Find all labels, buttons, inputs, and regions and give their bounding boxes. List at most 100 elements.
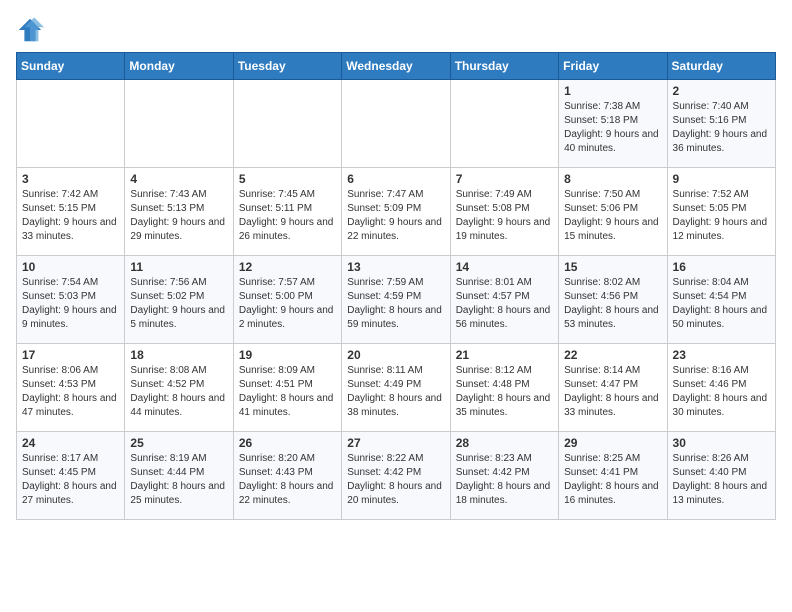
day-info: Sunrise: 8:26 AM Sunset: 4:40 PM Dayligh… [673, 452, 770, 508]
weekday-header-sunday: Sunday [17, 53, 125, 80]
day-info: Sunrise: 8:25 AM Sunset: 4:41 PM Dayligh… [564, 452, 661, 508]
calendar-cell: 1 Sunrise: 7:38 AM Sunset: 5:18 PM Daylig… [559, 80, 667, 168]
day-number: 4 [130, 172, 227, 186]
day-number: 11 [130, 260, 227, 274]
calendar-cell: 30 Sunrise: 8:26 AM Sunset: 4:40 PM Dayli… [667, 432, 775, 520]
calendar-cell: 11 Sunrise: 7:56 AM Sunset: 5:02 PM Dayli… [125, 256, 233, 344]
day-number: 16 [673, 260, 770, 274]
day-number: 18 [130, 348, 227, 362]
calendar-cell: 12 Sunrise: 7:57 AM Sunset: 5:00 PM Dayli… [233, 256, 341, 344]
day-number: 29 [564, 436, 661, 450]
calendar-cell: 22 Sunrise: 8:14 AM Sunset: 4:47 PM Dayli… [559, 344, 667, 432]
day-number: 30 [673, 436, 770, 450]
day-number: 15 [564, 260, 661, 274]
calendar-cell: 6Sunrise: 7:47 AM Sunset: 5:09 PM Daylig… [342, 168, 450, 256]
calendar-cell [17, 80, 125, 168]
day-info: Sunrise: 7:45 AM Sunset: 5:11 PM Dayligh… [239, 188, 336, 244]
day-number: 5 [239, 172, 336, 186]
week-row-5: 24 Sunrise: 8:17 AM Sunset: 4:45 PM Dayli… [17, 432, 776, 520]
calendar-cell [233, 80, 341, 168]
day-info: Sunrise: 8:01 AM Sunset: 4:57 PM Dayligh… [456, 276, 553, 332]
calendar-cell [342, 80, 450, 168]
day-number: 23 [673, 348, 770, 362]
calendar-cell: 18 Sunrise: 8:08 AM Sunset: 4:52 PM Dayli… [125, 344, 233, 432]
day-number: 13 [347, 260, 444, 274]
day-info: Sunrise: 7:52 AM Sunset: 5:05 PM Dayligh… [673, 188, 770, 244]
day-info: Sunrise: 8:14 AM Sunset: 4:47 PM Dayligh… [564, 364, 661, 420]
calendar-cell: 17Sunrise: 8:06 AM Sunset: 4:53 PM Dayli… [17, 344, 125, 432]
day-number: 2 [673, 84, 770, 98]
calendar-cell: 9 Sunrise: 7:52 AM Sunset: 5:05 PM Daylig… [667, 168, 775, 256]
calendar-cell: 24 Sunrise: 8:17 AM Sunset: 4:45 PM Dayli… [17, 432, 125, 520]
day-number: 21 [456, 348, 553, 362]
weekday-header-saturday: Saturday [667, 53, 775, 80]
day-number: 14 [456, 260, 553, 274]
day-info: Sunrise: 8:02 AM Sunset: 4:56 PM Dayligh… [564, 276, 661, 332]
day-info: Sunrise: 7:54 AM Sunset: 5:03 PM Dayligh… [22, 276, 119, 332]
day-info: Sunrise: 8:04 AM Sunset: 4:54 PM Dayligh… [673, 276, 770, 332]
day-info: Sunrise: 7:56 AM Sunset: 5:02 PM Dayligh… [130, 276, 227, 332]
day-number: 8 [564, 172, 661, 186]
day-info: Sunrise: 7:40 AM Sunset: 5:16 PM Dayligh… [673, 100, 770, 156]
day-number: 1 [564, 84, 661, 98]
day-info: Sunrise: 7:43 AM Sunset: 5:13 PM Dayligh… [130, 188, 227, 244]
calendar-cell: 7 Sunrise: 7:49 AM Sunset: 5:08 PM Daylig… [450, 168, 558, 256]
calendar-cell: 19 Sunrise: 8:09 AM Sunset: 4:51 PM Dayli… [233, 344, 341, 432]
calendar-cell: 20 Sunrise: 8:11 AM Sunset: 4:49 PM Dayli… [342, 344, 450, 432]
day-info: Sunrise: 8:16 AM Sunset: 4:46 PM Dayligh… [673, 364, 770, 420]
calendar-cell [450, 80, 558, 168]
week-row-3: 10 Sunrise: 7:54 AM Sunset: 5:03 PM Dayli… [17, 256, 776, 344]
day-info: Sunrise: 8:12 AM Sunset: 4:48 PM Dayligh… [456, 364, 553, 420]
day-number: 28 [456, 436, 553, 450]
day-number: 22 [564, 348, 661, 362]
calendar-header: SundayMondayTuesdayWednesdayThursdayFrid… [17, 53, 776, 80]
page-header [16, 16, 776, 44]
logo [16, 16, 48, 44]
weekday-header-wednesday: Wednesday [342, 53, 450, 80]
week-row-1: 1 Sunrise: 7:38 AM Sunset: 5:18 PM Daylig… [17, 80, 776, 168]
day-number: 20 [347, 348, 444, 362]
logo-icon [16, 16, 44, 44]
day-info: Sunrise: 7:50 AM Sunset: 5:06 PM Dayligh… [564, 188, 661, 244]
weekday-header-monday: Monday [125, 53, 233, 80]
day-number: 9 [673, 172, 770, 186]
day-info: Sunrise: 7:49 AM Sunset: 5:08 PM Dayligh… [456, 188, 553, 244]
calendar-cell: 25Sunrise: 8:19 AM Sunset: 4:44 PM Dayli… [125, 432, 233, 520]
day-info: Sunrise: 7:38 AM Sunset: 5:18 PM Dayligh… [564, 100, 661, 156]
day-info: Sunrise: 8:11 AM Sunset: 4:49 PM Dayligh… [347, 364, 444, 420]
day-number: 24 [22, 436, 119, 450]
day-info: Sunrise: 7:42 AM Sunset: 5:15 PM Dayligh… [22, 188, 119, 244]
weekday-header-friday: Friday [559, 53, 667, 80]
day-number: 10 [22, 260, 119, 274]
day-info: Sunrise: 8:09 AM Sunset: 4:51 PM Dayligh… [239, 364, 336, 420]
weekday-header-row: SundayMondayTuesdayWednesdayThursdayFrid… [17, 53, 776, 80]
day-info: Sunrise: 8:20 AM Sunset: 4:43 PM Dayligh… [239, 452, 336, 508]
week-row-4: 17Sunrise: 8:06 AM Sunset: 4:53 PM Dayli… [17, 344, 776, 432]
day-number: 6 [347, 172, 444, 186]
day-info: Sunrise: 8:17 AM Sunset: 4:45 PM Dayligh… [22, 452, 119, 508]
weekday-header-thursday: Thursday [450, 53, 558, 80]
day-info: Sunrise: 7:57 AM Sunset: 5:00 PM Dayligh… [239, 276, 336, 332]
calendar-cell: 21 Sunrise: 8:12 AM Sunset: 4:48 PM Dayli… [450, 344, 558, 432]
calendar-cell: 3 Sunrise: 7:42 AM Sunset: 5:15 PM Daylig… [17, 168, 125, 256]
day-number: 12 [239, 260, 336, 274]
day-number: 7 [456, 172, 553, 186]
weekday-header-tuesday: Tuesday [233, 53, 341, 80]
day-info: Sunrise: 8:08 AM Sunset: 4:52 PM Dayligh… [130, 364, 227, 420]
calendar-cell: 28 Sunrise: 8:23 AM Sunset: 4:42 PM Dayli… [450, 432, 558, 520]
calendar-table: SundayMondayTuesdayWednesdayThursdayFrid… [16, 52, 776, 520]
calendar-cell: 4 Sunrise: 7:43 AM Sunset: 5:13 PM Daylig… [125, 168, 233, 256]
day-number: 3 [22, 172, 119, 186]
calendar-cell: 16 Sunrise: 8:04 AM Sunset: 4:54 PM Dayli… [667, 256, 775, 344]
day-number: 19 [239, 348, 336, 362]
calendar-cell: 8 Sunrise: 7:50 AM Sunset: 5:06 PM Daylig… [559, 168, 667, 256]
calendar-cell: 14 Sunrise: 8:01 AM Sunset: 4:57 PM Dayli… [450, 256, 558, 344]
calendar-cell: 26 Sunrise: 8:20 AM Sunset: 4:43 PM Dayli… [233, 432, 341, 520]
calendar-cell: 23 Sunrise: 8:16 AM Sunset: 4:46 PM Dayli… [667, 344, 775, 432]
calendar-cell: 5 Sunrise: 7:45 AM Sunset: 5:11 PM Daylig… [233, 168, 341, 256]
calendar-cell: 15 Sunrise: 8:02 AM Sunset: 4:56 PM Dayli… [559, 256, 667, 344]
day-number: 26 [239, 436, 336, 450]
day-info: Sunrise: 8:23 AM Sunset: 4:42 PM Dayligh… [456, 452, 553, 508]
day-info: Sunrise: 8:06 AM Sunset: 4:53 PM Dayligh… [22, 364, 119, 420]
calendar-cell: 27Sunrise: 8:22 AM Sunset: 4:42 PM Dayli… [342, 432, 450, 520]
